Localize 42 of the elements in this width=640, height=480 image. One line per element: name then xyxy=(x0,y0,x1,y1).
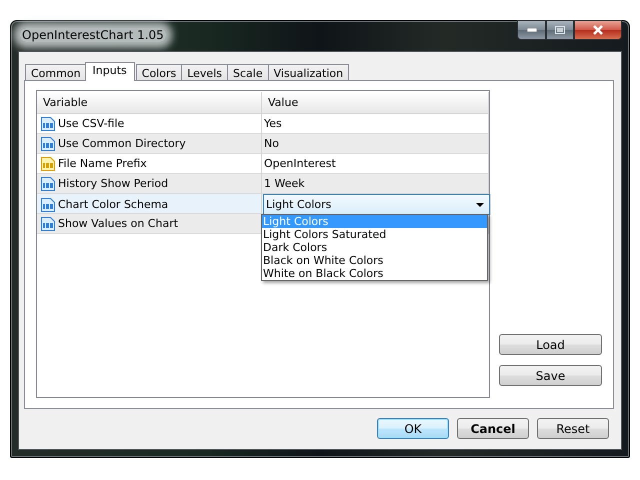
maximize-button[interactable] xyxy=(546,20,574,40)
dialog-button[interactable]: Cancel xyxy=(457,418,529,439)
variable-name: Show Values on Chart xyxy=(58,217,178,230)
side-button[interactable]: Load xyxy=(499,334,602,355)
dropdown-option[interactable]: Dark Colors xyxy=(262,241,487,254)
tab[interactable]: Colors xyxy=(136,64,182,81)
dropdown-option[interactable]: White on Black Colors xyxy=(262,267,487,280)
numeric-icon xyxy=(40,176,56,192)
tab[interactable]: Scale xyxy=(227,64,269,81)
variable-value: 1 Week xyxy=(264,177,305,190)
text-type-icon xyxy=(40,156,56,172)
numeric-icon xyxy=(40,196,56,212)
column-header: Value xyxy=(267,96,298,109)
numeric-icon xyxy=(40,136,56,152)
close-button[interactable] xyxy=(574,20,622,40)
tab[interactable]: Visualization xyxy=(268,64,350,81)
dropdown-option[interactable]: Light Colors Saturated xyxy=(262,228,487,241)
numeric-icon xyxy=(40,116,56,132)
variable-name: History Show Period xyxy=(58,177,168,190)
numeric-icon xyxy=(40,216,56,232)
variable-value: No xyxy=(264,137,279,150)
value-dropdown[interactable]: Light Colors xyxy=(263,194,490,215)
dialog-button[interactable]: OK xyxy=(377,418,449,439)
variable-value: Yes xyxy=(264,117,282,130)
variable-name: Chart Color Schema xyxy=(58,198,168,211)
tab[interactable]: Levels xyxy=(181,64,228,81)
minimize-icon xyxy=(526,28,536,32)
window-title: OpenInterestChart 1.05 xyxy=(20,28,166,42)
maximize-icon xyxy=(555,26,565,34)
variable-value: OpenInterest xyxy=(264,157,336,170)
dialog-button[interactable]: Reset xyxy=(537,418,609,439)
dropdown-option[interactable]: Black on White Colors xyxy=(262,254,487,267)
variable-name: Use CSV-file xyxy=(58,117,124,130)
side-button[interactable]: Save xyxy=(499,365,602,386)
close-icon xyxy=(592,25,604,35)
column-header: Variable xyxy=(42,96,88,109)
dropdown-arrow-icon xyxy=(476,202,484,206)
variable-name: File Name Prefix xyxy=(58,157,147,170)
minimize-button[interactable] xyxy=(517,20,546,40)
variable-name: Use Common Directory xyxy=(58,137,186,150)
tab[interactable]: Common xyxy=(25,64,87,81)
tab[interactable]: Inputs xyxy=(84,62,135,81)
